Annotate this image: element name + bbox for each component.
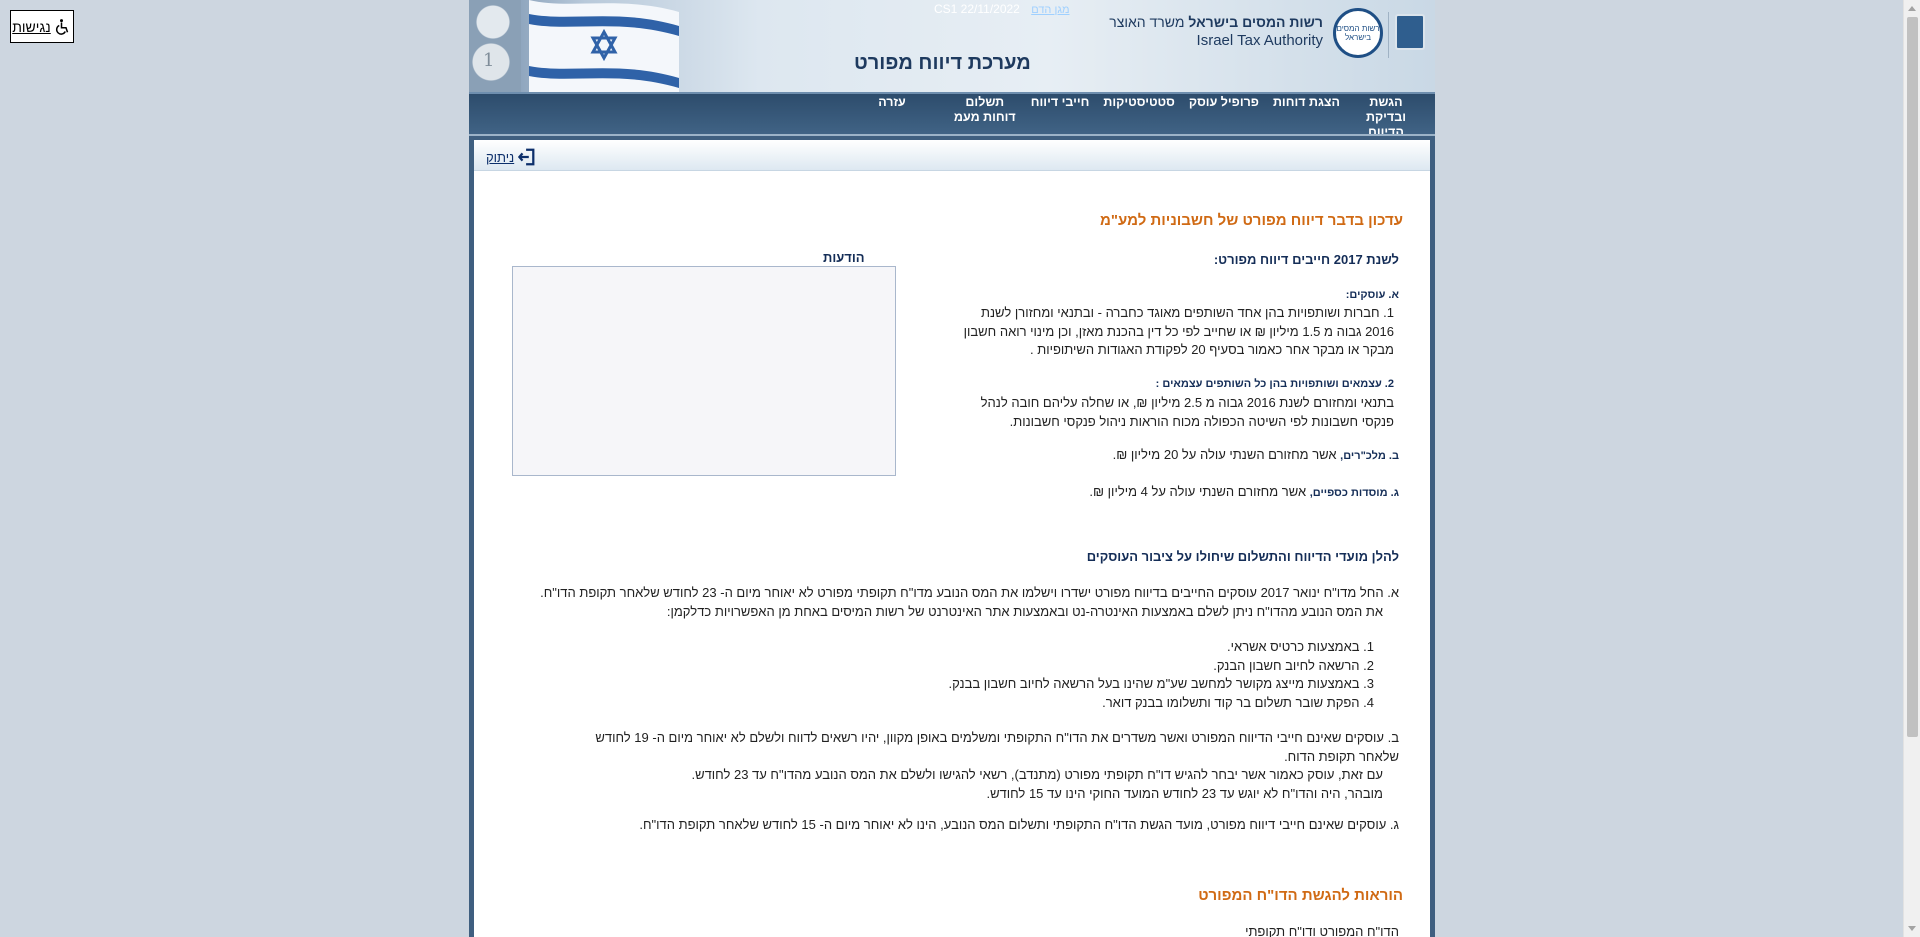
deadlines-heading: להלן מועדי הדיווח והתשלום שיחולו על ציבו… <box>1086 549 1399 564</box>
logout-link[interactable]: ניתוק <box>486 148 536 166</box>
nav-item-show-reports[interactable]: הצגת דוחות <box>1266 94 1347 111</box>
section-b-label: ב. מלכ"רים, <box>1340 450 1399 462</box>
tax-authority-logo: רשות המסים בישראל <box>1333 8 1383 58</box>
coin-label: 1 <box>483 50 495 71</box>
logout-bar: ניתוק <box>474 140 1430 171</box>
notices-heading: הודעות <box>823 250 865 265</box>
deadline-a-line-1: א. החל מדו"ח ינואר 2017 עוסקים החייבים ב… <box>540 585 1399 600</box>
logout-icon <box>518 148 535 166</box>
org-name-bold: רשות המסים בישראל <box>1188 14 1323 30</box>
page-title: עדכון בדבר דיווח מפורט של חשבוניות למע"מ <box>1100 212 1403 229</box>
obligation-item-2: בתנאי ומחזורם לשנת 2016 גבוה מ 2.5 מיליו… <box>980 395 1394 429</box>
org-name-hebrew: רשות המסים בישראל משרד האוצר <box>1109 14 1323 30</box>
section-g-label: ג. מוסדות כספיים, <box>1309 487 1399 499</box>
scrollbar-thumb[interactable] <box>1907 17 1918 737</box>
date-link[interactable]: מגן הדם <box>1031 4 1069 16</box>
deadline-paragraph-a: א. החל מדו"ח ינואר 2017 עוסקים החייבים ב… <box>539 584 1399 621</box>
section-a-label: א. עוסקים: <box>1345 289 1399 301</box>
main-content: ניתוק עדכון בדבר דיווח מפורט של חשבוניות… <box>474 140 1430 937</box>
system-title: מערכת דיווח מפורט <box>854 52 1031 74</box>
section-g: ג. מוסדות כספיים, אשר מחזורם השנתי עולה … <box>1089 483 1399 503</box>
israel-flag-image <box>529 0 679 92</box>
list-item: 4. הפקת שובר תשלום בר קוד ותשלומו בבנק ד… <box>1102 694 1374 710</box>
logout-label: ניתוק <box>486 149 515 165</box>
accessibility-label: נגישות <box>12 18 51 35</box>
date-text: CS1 22/11/2022 <box>934 2 1020 16</box>
deadline-paragraph-b: ב. עוסקים שאינם חייבי הדיווח המפורט ואשר… <box>579 729 1399 803</box>
section-g-text: אשר מחזורם השנתי עולה על 4 מיליון ₪. <box>1089 484 1310 499</box>
instructions-heading: הוראות להגשת הדו"ח המפורט <box>1198 887 1403 904</box>
accessibility-button[interactable]: נגישות <box>10 10 74 43</box>
payment-options-list: 1. באמצעות כרטיס אשראי. 2. הרשאה לחיוב ח… <box>774 638 1375 712</box>
notices-box[interactable] <box>512 266 896 476</box>
nav-divider <box>469 134 1435 136</box>
nav-item-statistics[interactable]: סטטיסטיקות <box>1096 94 1181 111</box>
instructions-text: הדו"ח המפורט ודו"ח תקופתי <box>1245 924 1399 937</box>
wheelchair-icon <box>55 18 68 35</box>
header-divider <box>1388 12 1389 58</box>
page-wrapper: 1 CS1 22/11/2022 מגן הדם מערכת דיווח מפו… <box>469 0 1435 937</box>
state-emblem-icon <box>1395 14 1425 50</box>
scroll-down-icon[interactable] <box>1908 926 1916 931</box>
deadline-b-line-1: ב. עוסקים שאינם חייבי הדיווח המפורט ואשר… <box>595 730 1399 764</box>
coins-image: 1 <box>469 0 521 92</box>
main-nav: הגשת ובדיקת הדיווח הצגת דוחות פרופיל עוס… <box>469 92 1435 139</box>
nav-item-vat-payment[interactable]: תשלום דוחות מעמ <box>946 94 1024 126</box>
org-name-english: Israel Tax Authority <box>1196 32 1323 49</box>
deadline-a-line-2: את המס הנובע מהדו"ח ניתן לשלם באמצעות הא… <box>666 603 1383 619</box>
deadline-paragraph-g: ג. עוסקים שאינם חייבי דיווח מפורט, מועד … <box>639 817 1399 832</box>
org-name-ministry: משרד האוצר <box>1109 14 1185 30</box>
nav-item-reporting-obligated[interactable]: חייבי דיווח <box>1024 94 1097 111</box>
list-item: 1. באמצעות כרטיס אשראי. <box>1227 639 1374 654</box>
section-b-text: אשר מחזורם השנתי עולה על 20 מיליון ₪. <box>1112 447 1341 462</box>
deadline-b-line-3: מובהר, היה והדו"ח לא יוגש עד 23 לחודש המ… <box>986 785 1383 801</box>
nav-item-help[interactable]: עזרה <box>871 94 946 111</box>
site-header: 1 CS1 22/11/2022 מגן הדם מערכת דיווח מפו… <box>469 0 1435 92</box>
list-item: 3. באמצעות מייצג מקושר למחשב שע"מ שהינו … <box>948 676 1375 691</box>
obligation-item-2-heading: 2. עצמאים ושותפויות בהן כל השותפים עצמאי… <box>1155 378 1394 390</box>
deadline-b-line-2: עם זאת, עוסק כאמור אשר יבחר להגיש דו"ח ת… <box>691 767 1383 782</box>
year-heading: לשנת 2017 חייבים דיווח מפורט: <box>1213 252 1399 267</box>
vertical-scrollbar[interactable] <box>1903 0 1920 937</box>
obligation-item-1: 1. חברות ושותפויות בהן אחד השותפים מאוגד… <box>963 305 1394 357</box>
date-stamp: CS1 22/11/2022 מגן הדם <box>934 2 1070 16</box>
list-item: 2. הרשאה לחיוב חשבון הבנק. <box>1213 657 1374 673</box>
section-b: ב. מלכ"רים, אשר מחזורם השנתי עולה על 20 … <box>1113 446 1399 466</box>
scroll-up-icon[interactable] <box>1908 6 1916 11</box>
nav-item-business-profile[interactable]: פרופיל עוסק <box>1182 94 1266 111</box>
